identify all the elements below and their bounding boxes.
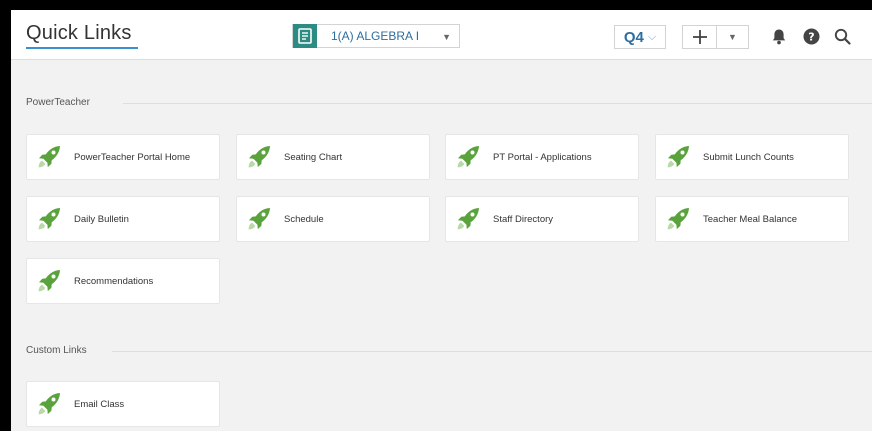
- quick-link-seating-chart[interactable]: Seating Chart: [236, 134, 430, 180]
- quick-link-label: Seating Chart: [284, 151, 343, 163]
- quick-link-label: Schedule: [284, 213, 324, 225]
- bell-icon[interactable]: [769, 26, 789, 46]
- section-divider: [123, 103, 872, 104]
- quick-link-label: Submit Lunch Counts: [703, 151, 794, 163]
- quick-link-schedule[interactable]: Schedule: [236, 196, 430, 242]
- title-underline: [26, 47, 138, 49]
- quick-link-label: PowerTeacher Portal Home: [74, 151, 191, 163]
- page-title: Quick Links: [26, 22, 132, 44]
- caret-down-icon: ▼: [442, 32, 451, 42]
- add-menu-caret-button[interactable]: ▼: [717, 32, 748, 42]
- help-icon[interactable]: ?: [801, 26, 821, 46]
- quick-link-label: Email Class: [74, 398, 125, 410]
- quick-link-staff-directory[interactable]: Staff Directory: [445, 196, 639, 242]
- quick-link-recommendations[interactable]: Recommendations: [26, 258, 220, 304]
- term-selector-label: Q4: [623, 28, 644, 46]
- rocket-icon: [667, 208, 689, 230]
- rocket-icon: [248, 208, 270, 230]
- search-icon[interactable]: [832, 26, 852, 46]
- quick-link-label: Staff Directory: [493, 213, 554, 225]
- quick-link-submit-lunch-counts[interactable]: Submit Lunch Counts: [655, 134, 849, 180]
- class-icon: [293, 24, 317, 48]
- app-frame: Quick Links 1(A) ALGEBRA I ▼ Q4 ⌵ ▼ ? Po…: [11, 10, 872, 431]
- section-header-powerteacher: PowerTeacher: [26, 97, 90, 108]
- top-bar: Quick Links 1(A) ALGEBRA I ▼ Q4 ⌵ ▼ ?: [11, 10, 872, 60]
- quick-link-label: Teacher Meal Balance: [703, 213, 797, 225]
- quick-link-powerteacher-portal-home[interactable]: PowerTeacher Portal Home: [26, 134, 220, 180]
- rocket-icon: [38, 393, 60, 415]
- chevron-down-icon: ⌵: [647, 30, 657, 43]
- rocket-icon: [457, 208, 479, 230]
- rocket-icon: [38, 270, 60, 292]
- quick-link-label: Recommendations: [74, 275, 154, 287]
- svg-text:?: ?: [808, 30, 814, 43]
- quick-link-label: Daily Bulletin: [74, 213, 129, 225]
- rocket-icon: [38, 146, 60, 168]
- quick-link-teacher-meal-balance[interactable]: Teacher Meal Balance: [655, 196, 849, 242]
- rocket-icon: [457, 146, 479, 168]
- class-selector-label: 1(A) ALGEBRA I: [331, 29, 420, 43]
- rocket-icon: [667, 146, 689, 168]
- quick-link-daily-bulletin[interactable]: Daily Bulletin: [26, 196, 220, 242]
- rocket-icon: [248, 146, 270, 168]
- rocket-icon: [38, 208, 60, 230]
- term-selector[interactable]: Q4 ⌵: [614, 25, 666, 49]
- plus-icon: [692, 30, 707, 44]
- section-header-custom-links: Custom Links: [26, 345, 87, 356]
- add-button-group: ▼: [682, 25, 749, 49]
- section-divider: [112, 351, 872, 352]
- class-selector[interactable]: 1(A) ALGEBRA I ▼: [292, 24, 460, 48]
- quick-link-pt-portal-applications[interactable]: PT Portal - Applications: [445, 134, 639, 180]
- quick-link-email-class[interactable]: Email Class: [26, 381, 220, 427]
- add-button[interactable]: [683, 26, 716, 48]
- quick-link-label: PT Portal - Applications: [493, 151, 592, 163]
